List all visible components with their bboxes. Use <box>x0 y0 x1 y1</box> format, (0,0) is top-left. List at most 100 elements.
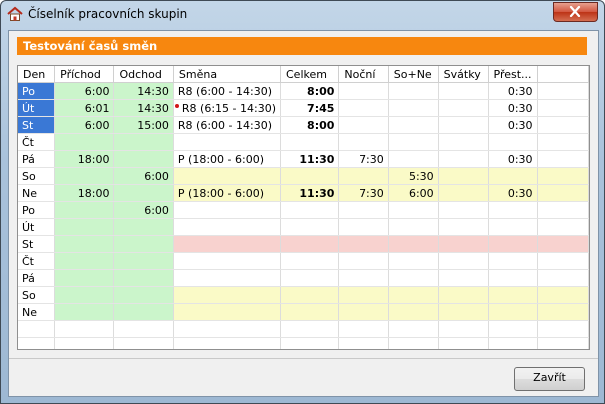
cell-nocni[interactable] <box>338 235 389 253</box>
cell-den[interactable]: Út <box>18 218 56 236</box>
cell-den[interactable]: Čt <box>18 252 56 270</box>
cell-den[interactable]: Pá <box>18 269 56 287</box>
cell-odchod[interactable] <box>113 133 174 151</box>
cell-prichod[interactable] <box>54 252 115 270</box>
cell-prestavka[interactable] <box>488 218 538 236</box>
cell-prichod[interactable] <box>54 286 115 304</box>
cell-smena[interactable]: R8 (6:00 - 14:30) <box>173 116 282 134</box>
cell-den[interactable]: Ne <box>18 303 56 321</box>
cell-smena[interactable] <box>173 167 282 185</box>
table-row[interactable]: Pá <box>18 269 589 287</box>
table-row[interactable]: Čt <box>18 252 589 270</box>
table-row[interactable]: Čt <box>18 133 589 151</box>
cell-smena[interactable] <box>173 133 282 151</box>
cell-celkem[interactable]: 8:00 <box>280 82 340 100</box>
cell-celkem[interactable] <box>280 167 340 185</box>
cell-prichod[interactable] <box>54 269 115 287</box>
column-header-odchod[interactable]: Odchod <box>113 66 174 83</box>
cell-svatky[interactable] <box>438 235 489 253</box>
cell-sone[interactable] <box>388 252 439 270</box>
table-row[interactable]: St <box>18 235 589 253</box>
cell-celkem[interactable]: 7:45 <box>280 99 340 117</box>
zavrit-button[interactable]: Zavřít <box>514 367 585 391</box>
cell-celkem[interactable]: 11:30 <box>280 184 340 202</box>
cell-celkem[interactable] <box>280 269 340 287</box>
table-row[interactable]: Po 6:00 <box>18 201 589 219</box>
cell-sone[interactable]: 6:00 <box>388 184 439 202</box>
cell-den[interactable]: Po <box>18 201 56 219</box>
cell-nocni[interactable] <box>338 133 389 151</box>
cell-svatky[interactable] <box>438 150 489 168</box>
cell-prichod[interactable] <box>54 133 115 151</box>
cell-sone[interactable] <box>388 218 439 236</box>
cell-sone[interactable] <box>388 269 439 287</box>
cell-prichod[interactable]: 18:00 <box>54 184 115 202</box>
cell-celkem[interactable]: 11:30 <box>280 150 340 168</box>
cell-svatky[interactable] <box>438 286 489 304</box>
cell-odchod[interactable] <box>113 184 174 202</box>
cell-prestavka[interactable] <box>488 303 538 321</box>
cell-prestavka[interactable] <box>488 286 538 304</box>
cell-svatky[interactable] <box>438 218 489 236</box>
cell-nocni[interactable] <box>338 116 389 134</box>
column-header-nocni[interactable]: Noční <box>338 66 389 83</box>
cell-svatky[interactable] <box>438 201 489 219</box>
cell-sone[interactable] <box>388 235 439 253</box>
cell-prestavka[interactable]: 0:30 <box>488 150 538 168</box>
cell-prichod[interactable]: 6:00 <box>54 82 115 100</box>
cell-prestavka[interactable] <box>488 133 538 151</box>
table-row[interactable]: So <box>18 286 589 304</box>
cell-smena[interactable]: P (18:00 - 6:00) <box>173 150 282 168</box>
table-row[interactable]: Ne <box>18 303 589 321</box>
cell-prichod[interactable]: 6:00 <box>54 116 115 134</box>
cell-svatky[interactable] <box>438 167 489 185</box>
column-header-svatky[interactable]: Svátky <box>438 66 489 83</box>
shift-grid[interactable]: Den Příchod Odchod Směna Celkem Noční So… <box>17 65 590 350</box>
cell-svatky[interactable] <box>438 82 489 100</box>
cell-celkem[interactable] <box>280 235 340 253</box>
cell-prichod[interactable] <box>54 218 115 236</box>
cell-odchod[interactable] <box>113 303 174 321</box>
cell-sone[interactable] <box>388 201 439 219</box>
cell-nocni[interactable] <box>338 82 389 100</box>
cell-den[interactable]: Pá <box>18 150 56 168</box>
cell-sone[interactable] <box>388 82 439 100</box>
cell-nocni[interactable] <box>338 201 389 219</box>
cell-celkem[interactable] <box>280 286 340 304</box>
cell-smena[interactable] <box>173 201 282 219</box>
cell-prichod[interactable] <box>54 167 115 185</box>
column-header-celkem[interactable]: Celkem <box>280 66 340 83</box>
cell-odchod[interactable]: 15:00 <box>113 116 174 134</box>
cell-den[interactable]: St <box>18 116 56 134</box>
cell-celkem[interactable]: 8:00 <box>280 116 340 134</box>
cell-prichod[interactable]: 18:00 <box>54 150 115 168</box>
cell-odchod[interactable]: 6:00 <box>113 201 174 219</box>
column-header-den[interactable]: Den <box>18 66 56 83</box>
cell-prestavka[interactable]: 0:30 <box>488 82 538 100</box>
cell-nocni[interactable] <box>338 218 389 236</box>
cell-prestavka[interactable]: 0:30 <box>488 116 538 134</box>
cell-odchod[interactable] <box>113 286 174 304</box>
table-row[interactable]: Út 6:01 14:30 R8 (6:15 - 14:30) 7:45 0:30 <box>18 99 589 117</box>
title-bar[interactable]: Číselník pracovních skupin <box>1 1 604 29</box>
cell-nocni[interactable] <box>338 99 389 117</box>
cell-celkem[interactable] <box>280 201 340 219</box>
cell-nocni[interactable] <box>338 303 389 321</box>
cell-svatky[interactable] <box>438 252 489 270</box>
cell-prestavka[interactable] <box>488 235 538 253</box>
cell-smena[interactable] <box>173 286 282 304</box>
cell-prestavka[interactable] <box>488 252 538 270</box>
close-window-button[interactable] <box>553 2 598 22</box>
cell-celkem[interactable] <box>280 133 340 151</box>
table-row[interactable]: Ne 18:00 P (18:00 - 6:00) 11:30 7:30 6:00 0:30 <box>18 184 589 202</box>
cell-odchod[interactable]: 14:30 <box>113 82 174 100</box>
cell-smena[interactable]: P (18:00 - 6:00) <box>173 184 282 202</box>
cell-svatky[interactable] <box>438 133 489 151</box>
cell-sone[interactable] <box>388 303 439 321</box>
cell-smena[interactable] <box>173 235 282 253</box>
cell-smena[interactable] <box>173 269 282 287</box>
cell-nocni[interactable]: 7:30 <box>338 184 389 202</box>
cell-prestavka[interactable] <box>488 201 538 219</box>
cell-odchod[interactable] <box>113 252 174 270</box>
table-row[interactable]: Út <box>18 218 589 236</box>
